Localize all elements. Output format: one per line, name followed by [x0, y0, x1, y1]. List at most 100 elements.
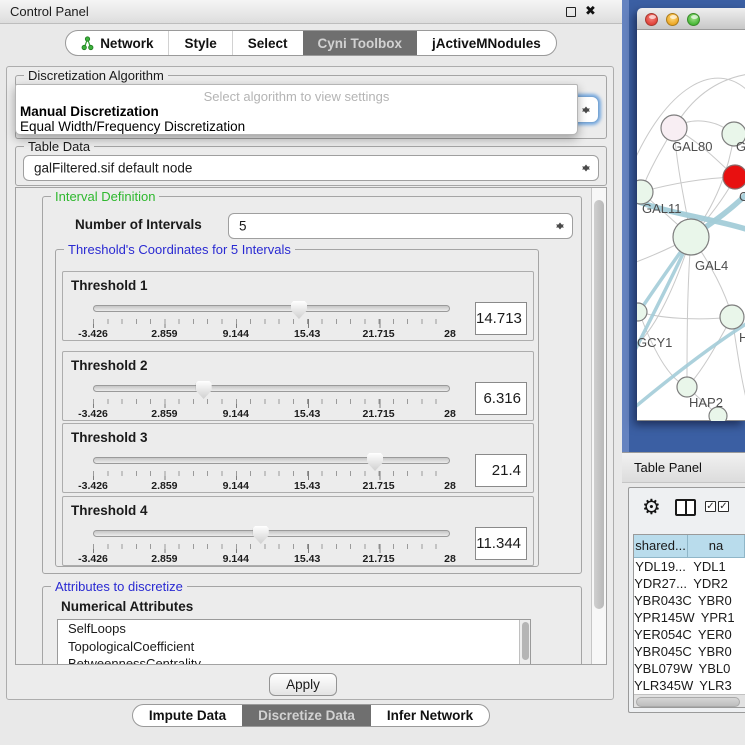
table-cell[interactable]: YPR1: [695, 609, 745, 626]
table-row[interactable]: YBR043CYBR0: [634, 592, 745, 609]
slider-thumb[interactable]: [253, 526, 269, 544]
threshold-4-value-field[interactable]: 11.344: [475, 527, 527, 560]
number-of-intervals-value: 5: [239, 219, 247, 234]
dropdown-option-equal-width[interactable]: Equal Width/Frequency Discretization: [20, 119, 245, 134]
tab-infer-network[interactable]: Infer Network: [371, 705, 489, 726]
slider-thumb[interactable]: [291, 301, 307, 319]
network-window-titlebar[interactable]: [637, 8, 745, 30]
table-cell[interactable]: YER054C: [634, 626, 692, 643]
slider-thumb[interactable]: [367, 453, 383, 471]
window-minimize-button[interactable]: [666, 13, 679, 26]
slider-track[interactable]: [93, 530, 450, 537]
control-panel-titlebar: Control Panel ✖: [0, 0, 622, 24]
table-cell[interactable]: YPR145W: [634, 609, 695, 626]
table-row[interactable]: YER054CYER0: [634, 626, 745, 643]
table-row[interactable]: YDL19...YDL1: [634, 558, 745, 575]
table-cell[interactable]: YBR045C: [634, 643, 692, 660]
numerical-attributes-list[interactable]: SelfLoopsTopologicalCoefficientBetweenne…: [57, 619, 531, 665]
table-cell[interactable]: YBL0: [693, 660, 745, 677]
table-row[interactable]: YLR345WYLR3: [634, 677, 745, 694]
checkbox-icon[interactable]: ✓: [705, 501, 716, 512]
slider-tick-labels: -3.4262.8599.14415.4321.71528: [93, 408, 450, 420]
column-header[interactable]: shared...: [634, 535, 688, 558]
attribute-list-item[interactable]: BetweennessCentrality: [58, 655, 530, 665]
columns-icon[interactable]: [675, 499, 696, 516]
horizontal-scrollbar[interactable]: [634, 694, 745, 707]
table-row[interactable]: YDR27...YDR2: [634, 575, 745, 592]
tab-jactivemnodules[interactable]: jActiveMNodules: [417, 31, 556, 55]
slider-tick-label: 15.43: [294, 553, 320, 565]
tab-style[interactable]: Style: [168, 31, 231, 55]
attribute-list-item[interactable]: SelfLoops: [58, 620, 530, 638]
network-canvas[interactable]: GAL80 GA C GAL11 GAL4 GCY1 H HAP2: [637, 30, 745, 421]
table-cell[interactable]: YDL1: [687, 558, 745, 575]
threshold-3-panel: Threshold 3 -3.4262.8599.14415.4321.7152…: [62, 423, 534, 493]
column-header[interactable]: na: [688, 535, 745, 558]
svg-text:GAL11: GAL11: [642, 201, 682, 216]
table-cell[interactable]: YDR27...: [634, 575, 687, 592]
node-gal80: [661, 115, 687, 141]
slider-tick-label: 9.144: [223, 480, 249, 492]
table-cell[interactable]: YDL19...: [634, 558, 687, 575]
panel-title: Control Panel: [10, 4, 89, 19]
tab-discretize-data[interactable]: Discretize Data: [242, 705, 371, 726]
stepper-icon: [556, 219, 565, 234]
slider-tick-label: 15.43: [294, 480, 320, 492]
slider-track[interactable]: [93, 385, 450, 392]
number-of-intervals-combobox[interactable]: 5: [228, 213, 573, 239]
table-cell[interactable]: YLR345W: [634, 677, 693, 694]
threshold-4-slider[interactable]: -3.4262.8599.14415.4321.71528: [93, 527, 450, 565]
threshold-3-value-field[interactable]: 21.4: [475, 454, 527, 487]
node-h: [720, 305, 744, 329]
table-panel-header[interactable]: Table Panel: [622, 452, 745, 483]
tab-network[interactable]: Network: [66, 31, 168, 55]
threshold-label: Threshold 2: [71, 358, 148, 373]
bottom-tab-bar: Impute Data Discretize Data Infer Networ…: [0, 704, 622, 727]
slider-tick-label: -3.426: [78, 328, 108, 340]
slider-track[interactable]: [93, 457, 450, 464]
node-attribute-table[interactable]: shared... na YDL19...YDL1YDR27...YDR2YBR…: [633, 534, 745, 708]
attribute-list-item[interactable]: TopologicalCoefficient: [58, 638, 530, 656]
table-data-value: galFiltered.sif default node: [34, 161, 192, 176]
tab-cyni-toolbox[interactable]: Cyni Toolbox: [303, 31, 418, 55]
threshold-3-slider[interactable]: -3.4262.8599.14415.4321.71528: [93, 454, 450, 492]
table-cell[interactable]: YDR2: [687, 575, 745, 592]
checkbox-icon[interactable]: ✓: [718, 501, 729, 512]
table-cell[interactable]: YLR3: [693, 677, 745, 694]
apply-button[interactable]: Apply: [269, 673, 337, 696]
table-row[interactable]: YPR145WYPR1: [634, 609, 745, 626]
svg-text:GA: GA: [736, 139, 745, 154]
threshold-2-value-field[interactable]: 6.316: [475, 382, 527, 415]
list-scrollbar[interactable]: [519, 620, 530, 665]
threshold-2-slider[interactable]: -3.4262.8599.14415.4321.71528: [93, 382, 450, 420]
slider-tick-label: -3.426: [78, 480, 108, 492]
network-view-window: GAL80 GA C GAL11 GAL4 GCY1 H HAP2: [637, 8, 745, 421]
window-close-button[interactable]: [645, 13, 658, 26]
dropdown-option-manual[interactable]: Manual Discretization: [20, 104, 159, 119]
panel-scrollbar[interactable]: [591, 188, 606, 664]
table-cell[interactable]: YER0: [692, 626, 745, 643]
window-zoom-button[interactable]: [687, 13, 700, 26]
threshold-1-value-field[interactable]: 14.713: [475, 302, 527, 335]
tab-impute-data[interactable]: Impute Data: [133, 705, 242, 726]
slider-thumb[interactable]: [196, 381, 212, 399]
table-data-combobox[interactable]: galFiltered.sif default node: [23, 155, 599, 181]
tab-select[interactable]: Select: [232, 31, 303, 55]
thresholds-group: Threshold's Coordinates for 5 Intervals …: [55, 249, 539, 567]
group-title: Table Data: [24, 139, 94, 154]
svg-text:HAP2: HAP2: [689, 395, 723, 410]
table-cell[interactable]: YBR043C: [634, 592, 692, 609]
table-cell[interactable]: YBL079W: [634, 660, 693, 677]
threshold-1-slider[interactable]: -3.4262.8599.14415.4321.71528: [93, 302, 450, 340]
float-window-icon[interactable]: [566, 7, 576, 17]
table-row[interactable]: YBR045CYBR0: [634, 643, 745, 660]
gear-icon[interactable]: ⚙: [642, 497, 661, 518]
table-cell[interactable]: YBR0: [692, 592, 745, 609]
slider-tick-label: 28: [444, 480, 456, 492]
close-icon[interactable]: ✖: [585, 3, 596, 19]
table-row[interactable]: YBL079WYBL0: [634, 660, 745, 677]
dropdown-prompt: Select algorithm to view settings: [16, 89, 577, 104]
table-cell[interactable]: YBR0: [692, 643, 745, 660]
slider-track[interactable]: [93, 305, 450, 312]
slider-tick-labels: -3.4262.8599.14415.4321.71528: [93, 480, 450, 492]
